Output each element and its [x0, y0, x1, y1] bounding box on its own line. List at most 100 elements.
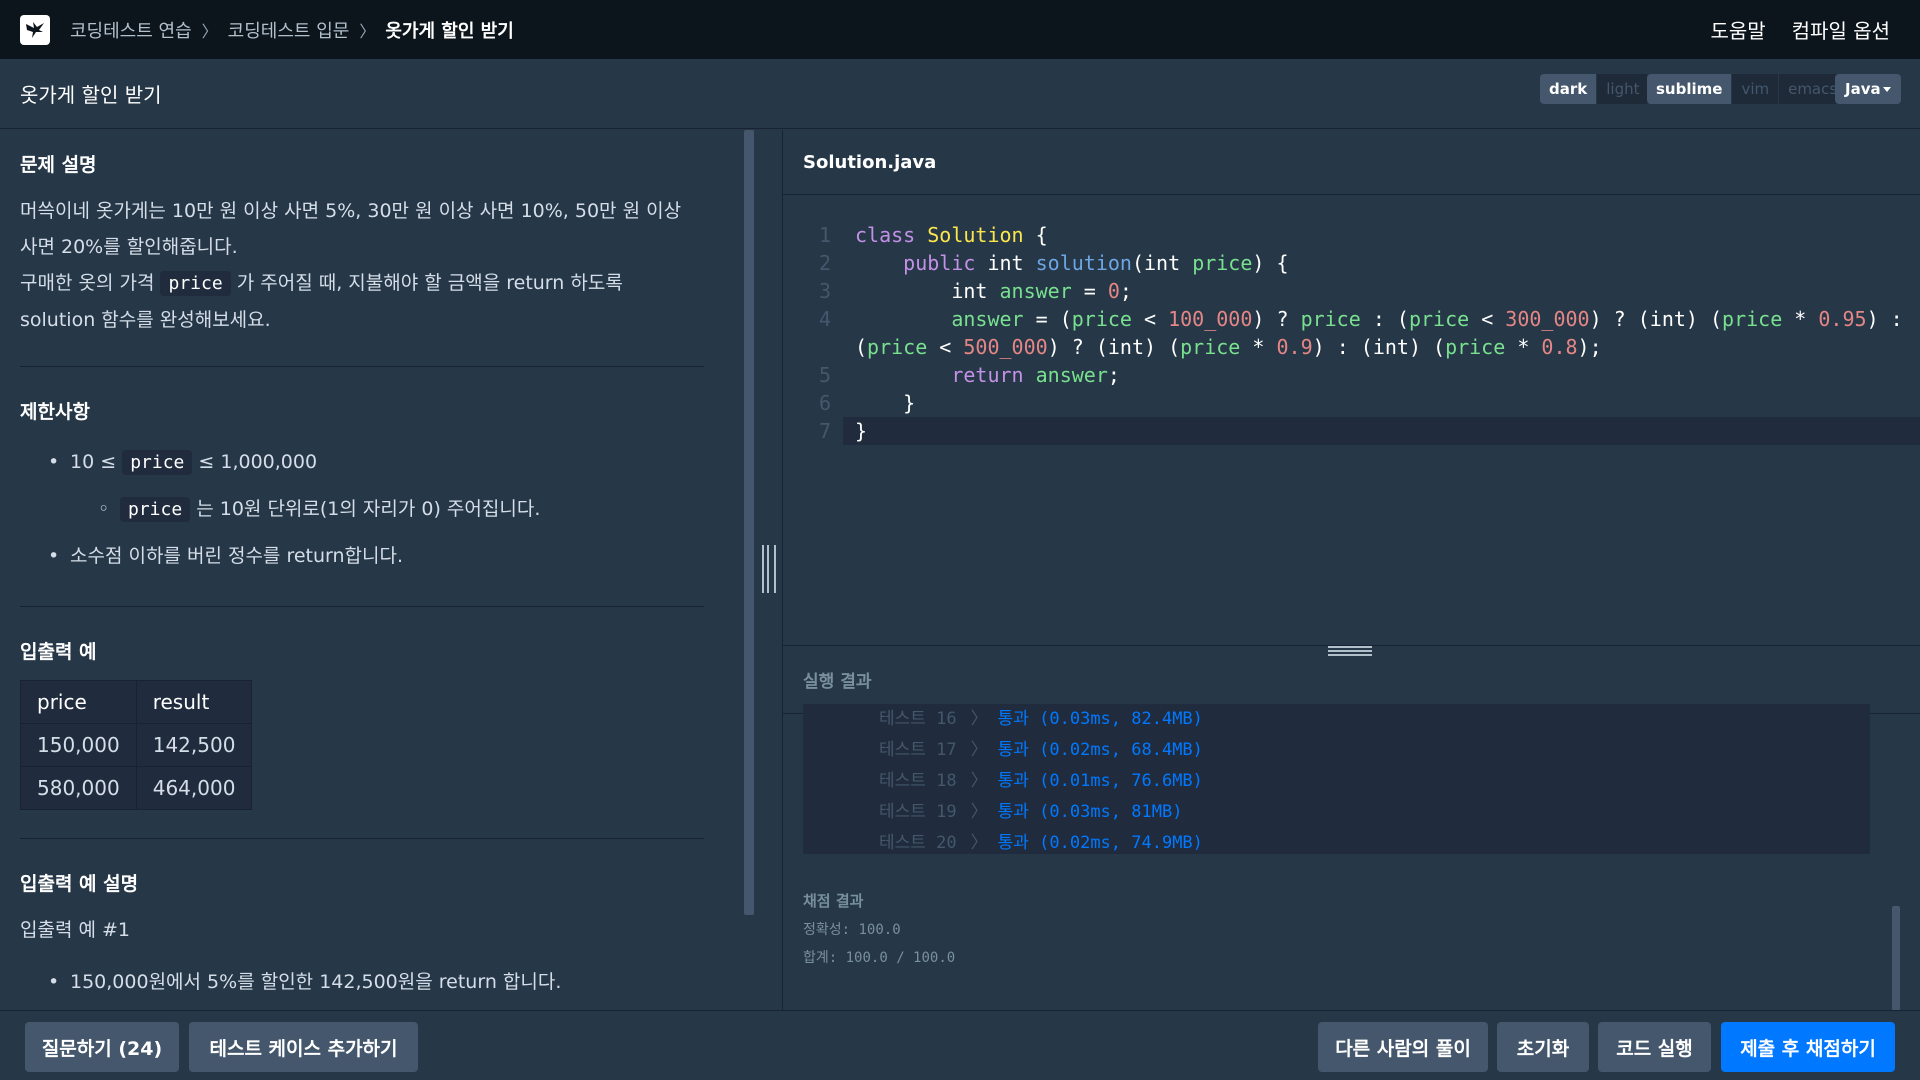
test-result-row: 테스트 18 〉 통과 (0.01ms, 76.6MB) — [803, 766, 1870, 797]
ask-question-button[interactable]: 질문하기 (24) — [25, 1022, 179, 1072]
chevron-right-icon: 〉 — [970, 709, 988, 729]
test-result: 통과 (0.03ms, 82.4MB) — [997, 709, 1203, 729]
test-name: 테스트 17 — [879, 740, 957, 760]
chevron-right-icon: 〉 — [970, 802, 988, 822]
constraints-list: 10 ≤ price ≤ 1,000,000 price 는 10원 단위로(1… — [20, 440, 704, 578]
bottom-action-bar: 질문하기 (24) 테스트 케이스 추가하기 다른 사람의 풀이 초기화 코드 … — [0, 1010, 1920, 1080]
section-divider — [20, 366, 704, 367]
breadcrumb-item-practice[interactable]: 코딩테스트 연습 — [70, 17, 192, 43]
file-tab: Solution.java — [783, 130, 1920, 195]
code-line-active: 7} — [819, 417, 1920, 445]
caret-down-icon — [1883, 87, 1891, 92]
programmers-logo-icon[interactable] — [20, 14, 50, 45]
add-testcase-button[interactable]: 테스트 케이스 추가하기 — [189, 1022, 418, 1072]
theme-dark-button[interactable]: dark — [1540, 74, 1598, 104]
code-line: (price < 500_000) ? (int) (price * 0.9) … — [855, 335, 1602, 359]
breadcrumb-item-current: 옷가게 할인 받기 — [385, 20, 514, 42]
top-navbar: 코딩테스트 연습 〉 코딩테스트 입문 〉 옷가게 할인 받기 도움말 컴파일 … — [0, 0, 1920, 59]
test-name: 테스트 18 — [879, 771, 957, 791]
code-editor[interactable]: 1 class Solution { 2 public int solution(… — [783, 195, 1920, 645]
chevron-right-icon: 〉 — [970, 740, 988, 760]
test-result-row: 테스트 20 〉 통과 (0.02ms, 74.9MB) — [803, 828, 1870, 854]
grade-accuracy: 정확성: 100.0 — [803, 922, 901, 938]
run-code-button[interactable]: 코드 실행 — [1598, 1022, 1711, 1072]
panel-resize-handle[interactable] — [762, 545, 776, 593]
table-cell: 464,000 — [135, 766, 253, 810]
results-scrollbar[interactable] — [1892, 906, 1900, 1011]
test-result: 통과 (0.01ms, 76.6MB) — [997, 771, 1203, 791]
list-text: 10 ≤ — [70, 451, 123, 473]
list-text: ≤ 1,000,000 — [192, 451, 318, 473]
description-text-part: 구매한 옷의 가격 — [20, 272, 161, 294]
section-divider — [20, 606, 704, 607]
test-name: 테스트 19 — [879, 802, 957, 822]
examples-table: price result 150,000 142,500 580,000 464… — [20, 680, 253, 810]
code-line: 2 public int solution(int price) { — [818, 251, 1289, 275]
inline-code: price — [160, 271, 231, 296]
table-cell: 142,500 — [135, 723, 253, 767]
language-select[interactable]: Java — [1835, 74, 1901, 104]
theme-toggle: dark light — [1540, 74, 1650, 104]
test-result-row: 테스트 19 〉 통과 (0.03ms, 81MB) — [803, 797, 1870, 828]
example-explain-heading: 입출력 예 설명 — [20, 873, 139, 895]
list-text: 는 10원 단위로(1의 자리가 0) 주어집니다. — [196, 498, 541, 520]
list-item: price 는 10원 단위로(1의 자리가 0) 주어집니다. — [20, 485, 704, 534]
top-links: 도움말 컴파일 옵션 — [1710, 0, 1890, 59]
description-text-2: 구매한 옷의 가격 price 가 주어질 때, 지불해야 할 금액을 retu… — [20, 265, 704, 338]
test-result-row: 테스트 17 〉 통과 (0.02ms, 68.4MB) — [803, 735, 1870, 766]
test-name: 테스트 20 — [879, 833, 957, 853]
chevron-right-icon: 〉 — [970, 771, 988, 791]
table-row: 580,000 464,000 — [20, 766, 253, 810]
keymap-toggle: sublime vim emacs — [1647, 74, 1848, 104]
grade-summary: 채점 결과 정확성: 100.0 합계: 100.0 / 100.0 — [803, 886, 955, 972]
language-select-value: Java — [1845, 80, 1881, 98]
description-text: 머쓱이네 옷가게는 10만 원 이상 사면 5%, 30만 원 이상 사면 10… — [20, 200, 682, 258]
code-line: 4 answer = (price < 100_000) ? price : (… — [818, 307, 1903, 331]
keymap-vim-button[interactable]: vim — [1732, 74, 1780, 104]
list-item: 10 ≤ price ≤ 1,000,000 — [20, 440, 704, 485]
results-panel: 실행 결과 테스트 16 〉 통과 (0.03ms, 82.4MB) 테스트 17 〉… — [783, 645, 1920, 1011]
inline-code: price — [120, 497, 191, 522]
section-divider — [20, 838, 704, 839]
others-solution-button[interactable]: 다른 사람의 풀이 — [1318, 1022, 1488, 1072]
grade-title: 채점 결과 — [803, 892, 864, 910]
test-result: 통과 (0.02ms, 68.4MB) — [997, 740, 1203, 760]
table-header-cell: result — [135, 680, 253, 724]
chevron-right-icon: 〉 — [970, 833, 988, 853]
results-resize-handle[interactable] — [1328, 646, 1372, 656]
test-result-row: 테스트 16 〉 통과 (0.03ms, 82.4MB) — [803, 704, 1870, 735]
code-line: 1 class Solution { — [818, 223, 1048, 247]
table-row: 150,000 142,500 — [20, 723, 253, 767]
reset-button[interactable]: 초기화 — [1497, 1022, 1589, 1072]
examples-heading: 입출력 예 — [20, 641, 97, 663]
breadcrumb: 코딩테스트 연습 〉 코딩테스트 입문 〉 옷가게 할인 받기 — [70, 17, 514, 43]
table-cell: 580,000 — [20, 766, 137, 810]
test-name: 테스트 16 — [879, 709, 957, 729]
chevron-right-icon: 〉 — [201, 21, 218, 41]
constraints-heading: 제한사항 — [20, 401, 90, 423]
description-heading: 문제 설명 — [20, 154, 97, 176]
breadcrumb-item-intro[interactable]: 코딩테스트 입문 — [228, 17, 350, 43]
code-line: 6 } — [818, 391, 916, 415]
test-results-list: 테스트 16 〉 통과 (0.03ms, 82.4MB) 테스트 17 〉 통과 (0.… — [803, 704, 1870, 854]
compile-options-link[interactable]: 컴파일 옵션 — [1792, 15, 1890, 44]
table-header-cell: price — [20, 680, 137, 724]
code-line: 3 int answer = 0; — [818, 279, 1132, 303]
chevron-right-icon: 〉 — [359, 21, 376, 41]
test-result: 통과 (0.03ms, 81MB) — [997, 802, 1183, 822]
grade-total: 합계: 100.0 / 100.0 — [803, 950, 956, 966]
submit-button[interactable]: 제출 후 채점하기 — [1721, 1022, 1895, 1072]
table-header-row: price result — [20, 680, 253, 724]
list-item: 150,000원에서 5%를 할인한 142,500원을 return 합니다. — [20, 960, 704, 1004]
problem-panel: 문제 설명 머쓱이네 옷가게는 10만 원 이상 사면 5%, 30만 원 이상… — [0, 130, 744, 1010]
code-line: 5 return answer; — [818, 363, 1120, 387]
example-explain-sub: 입출력 예 #1 — [20, 919, 131, 941]
keymap-sublime-button[interactable]: sublime — [1647, 74, 1733, 104]
theme-light-button[interactable]: light — [1597, 74, 1650, 104]
editor-panel: Solution.java 1 class Solution { 2 public… — [783, 130, 1920, 1011]
page-title: 옷가게 할인 받기 — [20, 83, 162, 107]
problem-scrollbar[interactable] — [744, 130, 754, 915]
help-link[interactable]: 도움말 — [1710, 15, 1765, 44]
inline-code: price — [122, 450, 193, 475]
test-result: 통과 (0.02ms, 74.9MB) — [997, 833, 1203, 853]
